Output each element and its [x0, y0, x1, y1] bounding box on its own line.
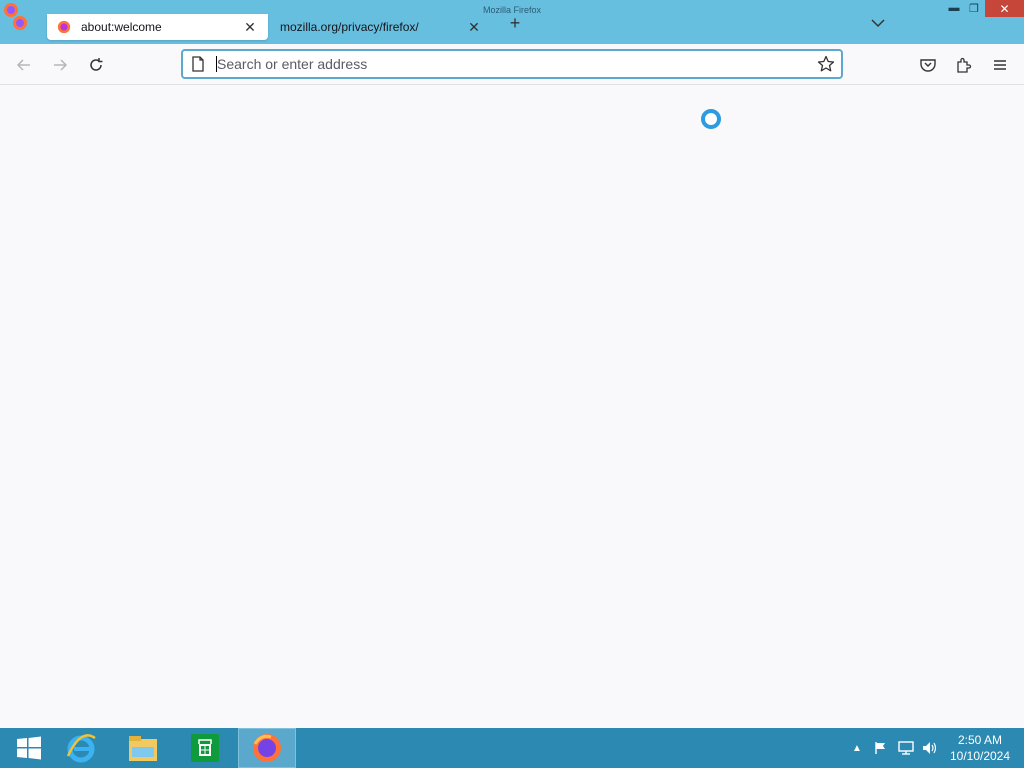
clock-time: 2:50 AM [957, 733, 1003, 747]
tab-about-welcome[interactable]: about:welcome ✕ [47, 14, 268, 40]
back-arrow-icon [16, 59, 30, 71]
taskbar-internet-explorer[interactable] [52, 728, 110, 768]
tab-label: mozilla.org/privacy/firefox/ [280, 20, 419, 34]
app-menu-button[interactable] [987, 52, 1013, 78]
taskbar-file-explorer[interactable] [114, 728, 172, 768]
taskbar-store[interactable] [176, 728, 234, 768]
maximize-button[interactable]: ❐ [964, 0, 984, 16]
internet-explorer-icon [66, 734, 96, 763]
file-explorer-icon [129, 736, 157, 761]
tab-strip: Mozilla Firefox about:welcome ✕ mozilla.… [0, 0, 1024, 44]
network-monitor-icon [898, 741, 914, 755]
windows-start-icon [17, 736, 41, 760]
pocket-button[interactable] [915, 52, 941, 78]
back-button[interactable] [11, 52, 37, 78]
url-input[interactable] [217, 56, 817, 72]
firefox-favicon-icon [57, 20, 71, 34]
reload-icon [90, 58, 103, 71]
show-hidden-icons-button[interactable]: ▲ [850, 728, 864, 768]
list-all-tabs-chevron-icon[interactable] [868, 14, 888, 32]
firefox-icon [253, 734, 281, 762]
close-tab-icon[interactable]: ✕ [242, 19, 258, 35]
action-center-flag-icon[interactable] [872, 728, 890, 768]
clock-date: 10/10/2024 [949, 749, 1011, 763]
reload-button[interactable] [83, 52, 109, 78]
start-button[interactable] [0, 728, 58, 768]
forward-button[interactable] [47, 52, 73, 78]
close-tab-icon[interactable]: ✕ [466, 19, 482, 35]
tab-mozilla-privacy[interactable]: mozilla.org/privacy/firefox/ ✕ [270, 14, 492, 40]
close-window-button[interactable]: ✕ [985, 0, 1024, 17]
flag-icon [875, 742, 885, 754]
puzzle-piece-icon [957, 57, 972, 73]
speaker-icon [923, 742, 937, 754]
store-icon [191, 734, 219, 762]
network-icon[interactable] [896, 728, 916, 768]
taskbar: ▲ 2:50 AM 10/10/2024 [0, 728, 1024, 768]
page-content [0, 86, 1024, 728]
system-clock[interactable]: 2:50 AM 10/10/2024 [945, 732, 1015, 764]
firefox-icon [13, 16, 27, 30]
address-bar[interactable] [181, 49, 843, 79]
new-tab-button[interactable]: + [505, 13, 525, 33]
nav-toolbar [0, 44, 1024, 85]
hamburger-menu-icon [994, 60, 1006, 70]
tab-label: about:welcome [81, 20, 162, 34]
volume-icon[interactable] [920, 728, 940, 768]
loading-spinner-icon [701, 109, 721, 129]
forward-arrow-icon [54, 59, 68, 71]
taskbar-firefox[interactable] [238, 728, 296, 768]
extensions-button[interactable] [951, 52, 977, 78]
bookmark-star-icon[interactable] [817, 55, 835, 73]
minimize-button[interactable]: ▬ [944, 0, 964, 16]
page-icon [192, 56, 204, 72]
pocket-icon [920, 59, 936, 72]
